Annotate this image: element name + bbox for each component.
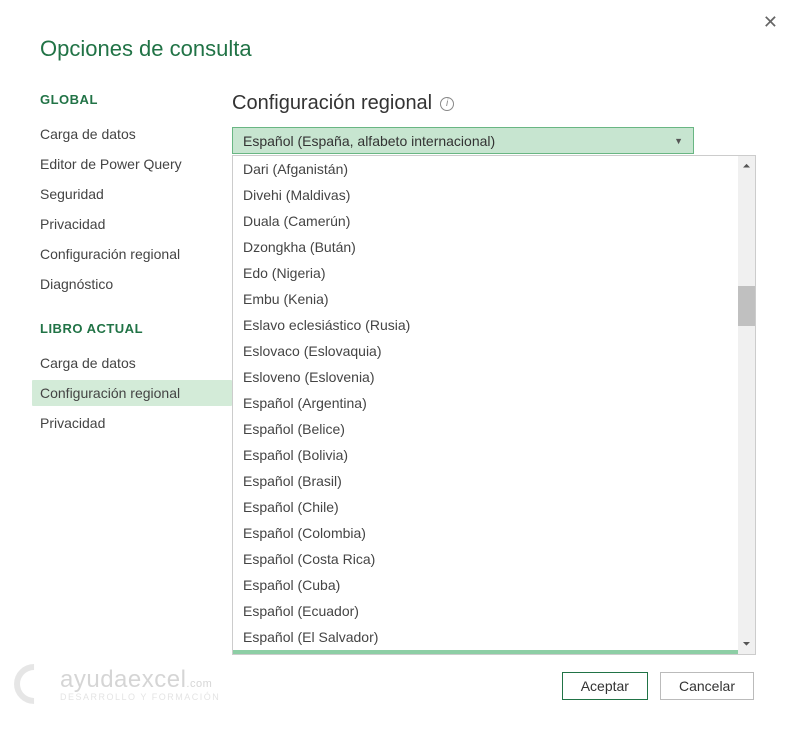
watermark-tagline: DESARROLLO Y FORMACIÓN xyxy=(60,692,220,702)
sidebar-item-privacidad-global[interactable]: Privacidad xyxy=(32,211,232,237)
list-item[interactable]: Español (Bolivia) xyxy=(233,442,738,468)
list-item[interactable]: Embu (Kenia) xyxy=(233,286,738,312)
list-item[interactable]: Dari (Afganistán) xyxy=(233,156,738,182)
list-item[interactable]: Español (Cuba) xyxy=(233,572,738,598)
list-item[interactable]: Esloveno (Eslovenia) xyxy=(233,364,738,390)
sidebar-item-seguridad[interactable]: Seguridad xyxy=(32,181,232,207)
dropdown-selected-value: Español (España, alfabeto internacional) xyxy=(243,133,495,149)
list-item[interactable]: Eslovaco (Eslovaquia) xyxy=(233,338,738,364)
list-item[interactable]: Español (Ecuador) xyxy=(233,598,738,624)
scroll-down-icon[interactable]: ⏷ xyxy=(738,634,755,654)
chevron-down-icon: ▼ xyxy=(674,136,683,146)
close-icon[interactable]: ✕ xyxy=(763,12,778,33)
sidebar-header-global: GLOBAL xyxy=(40,92,232,107)
sidebar-item-carga-datos-global[interactable]: Carga de datos xyxy=(32,121,232,147)
list-item[interactable]: Español (Costa Rica) xyxy=(233,546,738,572)
list-item[interactable]: Español (Belice) xyxy=(233,416,738,442)
list-item[interactable]: Español (Colombia) xyxy=(233,520,738,546)
list-item[interactable]: Duala (Camerún) xyxy=(233,208,738,234)
sidebar-item-editor-power-query[interactable]: Editor de Power Query xyxy=(32,151,232,177)
dialog-title: Opciones de consulta xyxy=(0,0,794,62)
scroll-thumb[interactable] xyxy=(738,286,755,326)
cancel-button[interactable]: Cancelar xyxy=(660,672,754,700)
sidebar-item-config-regional-global[interactable]: Configuración regional xyxy=(32,241,232,267)
sidebar: GLOBAL Carga de datos Editor de Power Qu… xyxy=(40,92,232,655)
list-item[interactable]: Español (Brasil) xyxy=(233,468,738,494)
list-item[interactable]: Español (Argentina) xyxy=(233,390,738,416)
ok-button[interactable]: Aceptar xyxy=(562,672,648,700)
watermark-logo: ayudaexcel.com DESARROLLO Y FORMACIÓN xyxy=(14,664,220,704)
watermark-brand: ayudaexcel.com xyxy=(60,666,220,694)
watermark-icon xyxy=(6,656,63,713)
info-icon[interactable]: i xyxy=(440,97,454,111)
list-item[interactable]: Divehi (Maldivas) xyxy=(233,182,738,208)
sidebar-item-config-regional-libro[interactable]: Configuración regional xyxy=(32,380,232,406)
list-item[interactable]: Español (Chile) xyxy=(233,494,738,520)
list-item[interactable]: Edo (Nigeria) xyxy=(233,260,738,286)
locale-dropdown-list: Dari (Afganistán) Divehi (Maldivas) Dual… xyxy=(232,155,756,655)
locale-dropdown[interactable]: Español (España, alfabeto internacional)… xyxy=(232,127,694,154)
panel-title: Configuración regional i xyxy=(232,92,756,115)
list-item[interactable]: Español (El Salvador) xyxy=(233,624,738,650)
list-item-selected[interactable]: Español (España, alfabeto internacional) xyxy=(233,650,738,654)
scroll-up-icon[interactable]: ⏶ xyxy=(738,156,755,176)
list-item[interactable]: Dzongkha (Bután) xyxy=(233,234,738,260)
sidebar-header-libro: LIBRO ACTUAL xyxy=(40,321,232,336)
sidebar-item-diagnostico[interactable]: Diagnóstico xyxy=(32,271,232,297)
scrollbar[interactable]: ⏶ ⏷ xyxy=(738,156,755,654)
sidebar-item-carga-datos-libro[interactable]: Carga de datos xyxy=(32,350,232,376)
list-item[interactable]: Eslavo eclesiástico (Rusia) xyxy=(233,312,738,338)
panel-title-text: Configuración regional xyxy=(232,92,432,115)
sidebar-item-privacidad-libro[interactable]: Privacidad xyxy=(32,410,232,436)
